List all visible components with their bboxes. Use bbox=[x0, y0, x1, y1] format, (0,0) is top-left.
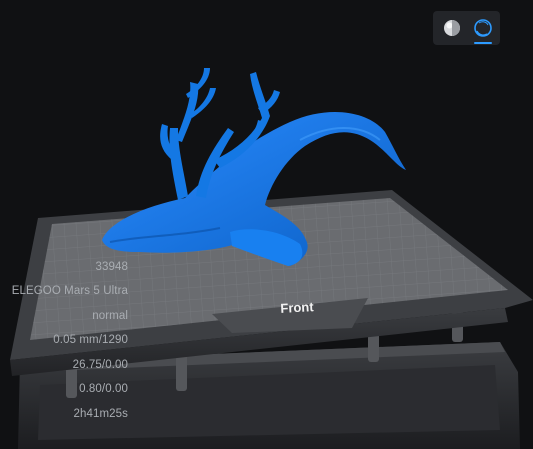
render-mode-toggle bbox=[433, 11, 500, 45]
print-time: 2h41m25s bbox=[73, 408, 128, 420]
printer-name: ELEGOO Mars 5 Ultra bbox=[11, 285, 128, 297]
volume-info: 26.75/0.00 bbox=[72, 359, 128, 371]
solid-view-button[interactable] bbox=[439, 15, 465, 41]
print-quality: normal bbox=[92, 310, 128, 322]
cost-info: 0.80/0.00 bbox=[79, 383, 128, 395]
triangle-count: 33948 bbox=[95, 261, 128, 273]
layer-info: 0.05 mm/1290 bbox=[53, 334, 128, 346]
3d-viewport[interactable]: 33948 ELEGOO Mars 5 Ultra normal 0.05 mm… bbox=[0, 0, 533, 449]
wireframe-render-icon bbox=[474, 19, 492, 37]
solid-render-icon bbox=[444, 20, 460, 36]
wireframe-view-button[interactable] bbox=[470, 15, 496, 44]
